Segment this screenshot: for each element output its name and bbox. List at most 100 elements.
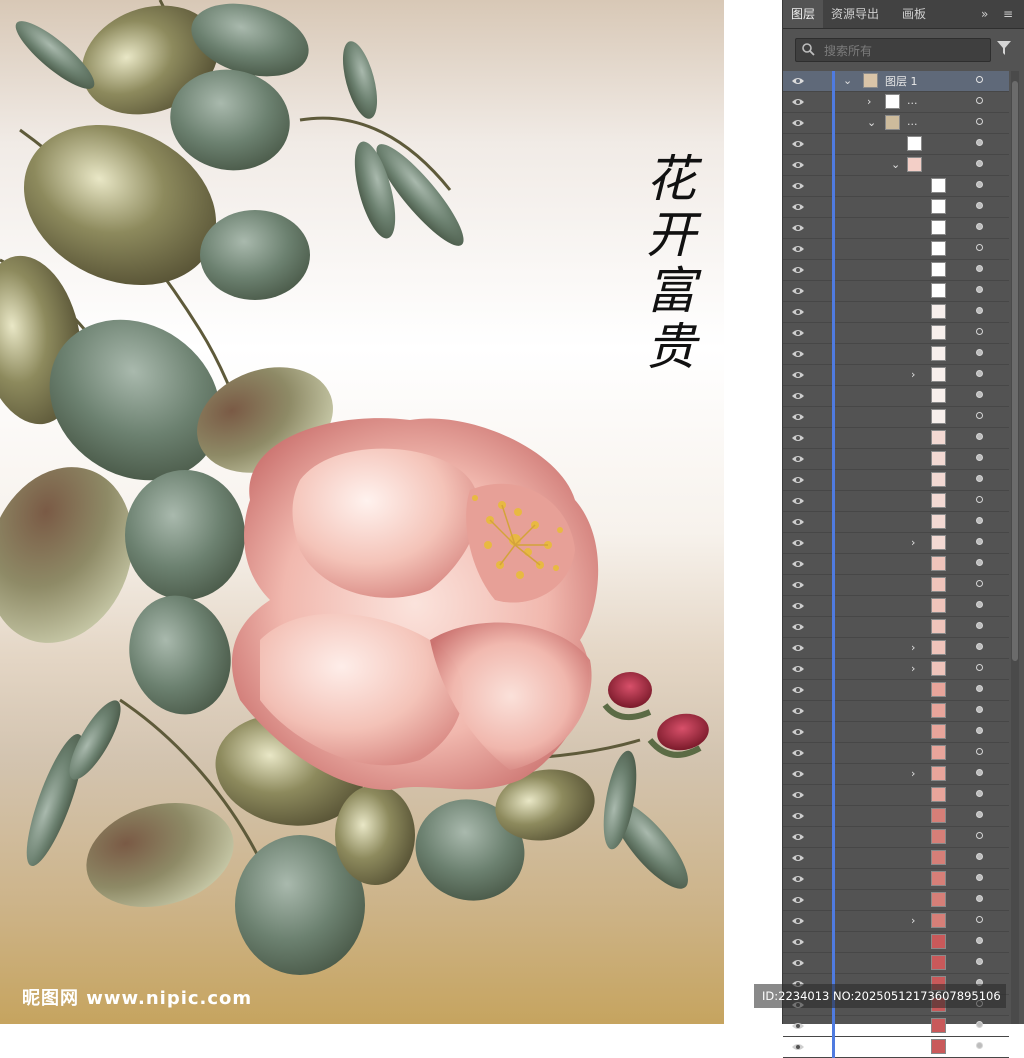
target-circle-icon[interactable] (976, 937, 983, 944)
layer-row[interactable] (783, 554, 1009, 575)
visibility-eye-icon[interactable] (791, 789, 805, 801)
target-circle-icon[interactable] (976, 748, 983, 755)
visibility-eye-icon[interactable] (791, 411, 805, 423)
target-circle-icon[interactable] (976, 160, 983, 167)
target-circle-icon[interactable] (976, 517, 983, 524)
visibility-eye-icon[interactable] (791, 306, 805, 318)
visibility-eye-icon[interactable] (791, 327, 805, 339)
layer-row[interactable]: ⌄ ... (783, 113, 1009, 134)
visibility-eye-icon[interactable] (791, 852, 805, 864)
layer-row[interactable] (783, 932, 1009, 953)
filter-icon[interactable] (997, 41, 1011, 55)
visibility-eye-icon[interactable] (791, 558, 805, 570)
visibility-eye-icon[interactable] (791, 264, 805, 276)
visibility-eye-icon[interactable] (791, 1020, 805, 1032)
visibility-eye-icon[interactable] (791, 516, 805, 528)
layer-row[interactable] (783, 827, 1009, 848)
visibility-eye-icon[interactable] (791, 621, 805, 633)
visibility-eye-icon[interactable] (791, 768, 805, 780)
chevron-down-icon[interactable]: ⌄ (867, 116, 876, 129)
visibility-eye-icon[interactable] (791, 747, 805, 759)
target-circle-icon[interactable] (976, 538, 983, 545)
tab-layers[interactable]: 图层 (783, 0, 823, 28)
target-circle-icon[interactable] (976, 622, 983, 629)
target-circle-icon[interactable] (976, 118, 983, 125)
layer-row[interactable] (783, 617, 1009, 638)
visibility-eye-icon[interactable] (791, 495, 805, 507)
chevron-right-icon[interactable]: › (911, 536, 915, 549)
layer-row[interactable]: › ... (783, 92, 1009, 113)
layer-row[interactable] (783, 848, 1009, 869)
target-circle-icon[interactable] (976, 874, 983, 881)
layer-row[interactable] (783, 344, 1009, 365)
visibility-eye-icon[interactable] (791, 390, 805, 402)
search-input[interactable]: 搜索所有 (795, 38, 991, 62)
layer-row[interactable] (783, 449, 1009, 470)
target-circle-icon[interactable] (976, 97, 983, 104)
layer-row[interactable] (783, 596, 1009, 617)
layers-scrollbar[interactable] (1011, 71, 1019, 1024)
visibility-eye-icon[interactable] (791, 705, 805, 717)
layer-row[interactable] (783, 1016, 1009, 1037)
visibility-eye-icon[interactable] (791, 159, 805, 171)
visibility-eye-icon[interactable] (791, 684, 805, 696)
visibility-eye-icon[interactable] (791, 600, 805, 612)
layer-row[interactable] (783, 743, 1009, 764)
visibility-eye-icon[interactable] (791, 831, 805, 843)
layer-row[interactable] (783, 512, 1009, 533)
visibility-eye-icon[interactable] (791, 96, 805, 108)
layer-row[interactable]: › (783, 533, 1009, 554)
target-circle-icon[interactable] (976, 244, 983, 251)
target-circle-icon[interactable] (976, 559, 983, 566)
chevron-down-icon[interactable]: ⌄ (891, 158, 900, 171)
layer-row[interactable] (783, 197, 1009, 218)
target-circle-icon[interactable] (976, 811, 983, 818)
visibility-eye-icon[interactable] (791, 432, 805, 444)
target-circle-icon[interactable] (976, 307, 983, 314)
target-circle-icon[interactable] (976, 853, 983, 860)
layer-row[interactable] (783, 407, 1009, 428)
visibility-eye-icon[interactable] (791, 810, 805, 822)
target-circle-icon[interactable] (976, 265, 983, 272)
tab-artboards[interactable]: 画板 (902, 0, 942, 28)
layer-row[interactable] (783, 869, 1009, 890)
target-circle-icon[interactable] (976, 454, 983, 461)
target-circle-icon[interactable] (976, 76, 983, 83)
visibility-eye-icon[interactable] (791, 642, 805, 654)
layer-row[interactable] (783, 470, 1009, 491)
target-circle-icon[interactable] (976, 643, 983, 650)
target-circle-icon[interactable] (976, 727, 983, 734)
target-circle-icon[interactable] (976, 895, 983, 902)
layer-row[interactable] (783, 785, 1009, 806)
layer-row[interactable] (783, 722, 1009, 743)
layer-row[interactable] (783, 491, 1009, 512)
visibility-eye-icon[interactable] (791, 453, 805, 465)
visibility-eye-icon[interactable] (791, 579, 805, 591)
visibility-eye-icon[interactable] (791, 663, 805, 675)
visibility-eye-icon[interactable] (791, 348, 805, 360)
visibility-eye-icon[interactable] (791, 1041, 805, 1053)
layer-row[interactable] (783, 323, 1009, 344)
layer-row[interactable] (783, 428, 1009, 449)
layer-name[interactable]: 图层 1 (885, 73, 918, 89)
layer-row[interactable] (783, 218, 1009, 239)
chevron-right-icon[interactable]: › (911, 914, 915, 927)
target-circle-icon[interactable] (976, 286, 983, 293)
visibility-eye-icon[interactable] (791, 915, 805, 927)
target-circle-icon[interactable] (976, 832, 983, 839)
layer-row-top[interactable]: ⌄ 图层 1 (783, 71, 1009, 92)
target-circle-icon[interactable] (976, 1042, 983, 1049)
visibility-eye-icon[interactable] (791, 369, 805, 381)
layer-row[interactable] (783, 260, 1009, 281)
target-circle-icon[interactable] (976, 580, 983, 587)
visibility-eye-icon[interactable] (791, 117, 805, 129)
layer-row[interactable]: › (783, 365, 1009, 386)
chevron-right-icon[interactable]: › (911, 641, 915, 654)
layer-row[interactable] (783, 134, 1009, 155)
target-circle-icon[interactable] (976, 601, 983, 608)
target-circle-icon[interactable] (976, 706, 983, 713)
layer-row[interactable] (783, 302, 1009, 323)
target-circle-icon[interactable] (976, 496, 983, 503)
target-circle-icon[interactable] (976, 664, 983, 671)
tab-asset-export[interactable]: 资源导出 (831, 0, 891, 28)
